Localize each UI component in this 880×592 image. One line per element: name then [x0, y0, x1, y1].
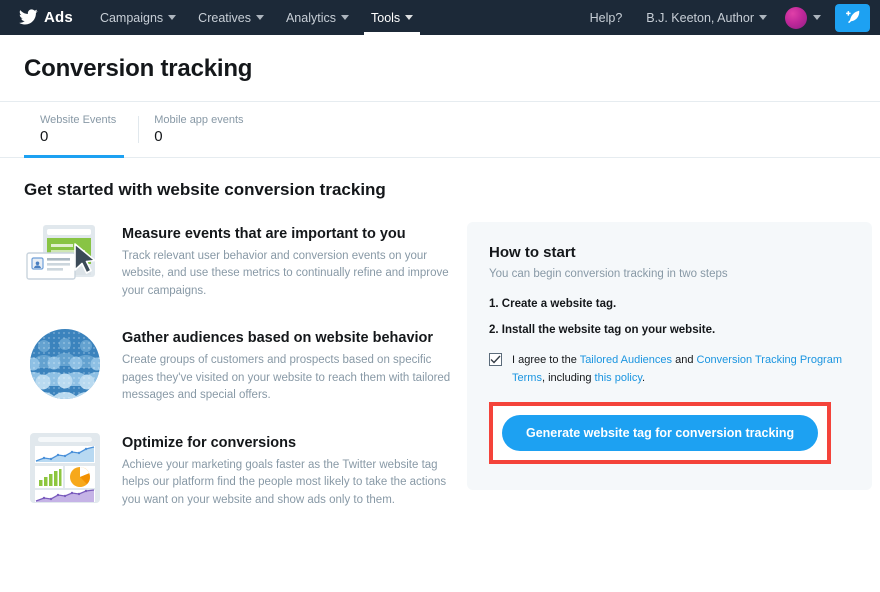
features-column: Measure events that are important to you…	[24, 222, 456, 509]
chevron-down-icon	[759, 15, 767, 20]
feature-measure-events: Measure events that are important to you…	[24, 222, 456, 300]
nav-right-group: Help? B.J. Keeton, Author	[578, 0, 870, 35]
help-link[interactable]: Help?	[578, 11, 635, 25]
tailored-audiences-link[interactable]: Tailored Audiences	[580, 354, 672, 366]
how-to-start-panel: How to start You can begin conversion tr…	[467, 222, 872, 490]
agreement-checkbox[interactable]	[489, 353, 502, 366]
agreement-middle: and	[672, 354, 696, 366]
agreement-text: I agree to the Tailored Audiences and Co…	[512, 352, 850, 388]
content-columns: Measure events that are important to you…	[24, 222, 856, 509]
analytics-dashboard-icon	[26, 431, 104, 507]
tab-label: Website Events	[40, 114, 116, 126]
tab-label: Mobile app events	[154, 114, 243, 126]
nav-item-tools[interactable]: Tools	[360, 0, 424, 35]
feature-description: Achieve your marketing goals faster as t…	[122, 457, 456, 509]
feature-body: Optimize for conversions Achieve your ma…	[122, 431, 456, 509]
account-menu[interactable]: B.J. Keeton, Author	[634, 11, 779, 25]
help-label: Help?	[590, 11, 623, 25]
nav-item-campaigns[interactable]: Campaigns	[89, 0, 187, 35]
feature-description: Track relevant user behavior and convers…	[122, 248, 456, 300]
brand-label: Ads	[44, 9, 73, 26]
top-navigation-bar: Ads Campaigns Creatives Analytics Tools …	[0, 0, 880, 35]
how-to-start-column: How to start You can begin conversion tr…	[467, 222, 872, 490]
chevron-down-icon	[341, 15, 349, 20]
twitter-bird-icon	[18, 9, 38, 26]
brand-logo[interactable]: Ads	[18, 0, 89, 35]
nav-item-label: Analytics	[286, 11, 336, 25]
feature-gather-audiences: Gather audiences based on website behavi…	[24, 326, 456, 404]
avatar[interactable]	[785, 7, 807, 29]
panel-step-1: 1. Create a website tag.	[489, 298, 850, 310]
chevron-down-icon	[168, 15, 176, 20]
checkmark-icon	[490, 355, 501, 364]
feature-icon-wrap	[24, 431, 106, 509]
chevron-down-icon	[256, 15, 264, 20]
agreement-prefix: I agree to the	[512, 354, 580, 366]
tab-website-events[interactable]: Website Events 0	[24, 102, 138, 157]
nav-item-label: Campaigns	[100, 11, 163, 25]
feature-icon-wrap	[24, 326, 106, 404]
agreement-suffix: .	[642, 372, 645, 384]
feature-body: Measure events that are important to you…	[122, 222, 456, 300]
compose-tweet-icon	[843, 8, 863, 28]
metric-tabs: Website Events 0 Mobile app events 0	[0, 101, 880, 158]
nav-item-analytics[interactable]: Analytics	[275, 0, 360, 35]
section-heading: Get started with website conversion trac…	[24, 180, 856, 200]
chevron-down-icon	[813, 15, 821, 20]
main-content: Get started with website conversion trac…	[0, 158, 880, 509]
nav-item-label: Tools	[371, 11, 400, 25]
chevron-down-icon	[405, 15, 413, 20]
feature-title: Optimize for conversions	[122, 433, 456, 453]
feature-icon-wrap	[24, 222, 106, 300]
panel-step-2: 2. Install the website tag on your websi…	[489, 324, 850, 336]
audience-people-icon	[27, 326, 103, 402]
panel-title: How to start	[489, 244, 850, 261]
feature-title: Measure events that are important to you	[122, 224, 456, 244]
feature-optimize-conversions: Optimize for conversions Achieve your ma…	[24, 431, 456, 509]
cta-highlight-annotation: Generate website tag for conversion trac…	[489, 402, 831, 464]
feature-title: Gather audiences based on website behavi…	[122, 328, 456, 348]
nav-item-creatives[interactable]: Creatives	[187, 0, 275, 35]
browser-cursor-icon	[25, 222, 105, 290]
panel-subtitle: You can begin conversion tracking in two…	[489, 268, 850, 280]
agreement-row: I agree to the Tailored Audiences and Co…	[489, 352, 850, 388]
nav-item-label: Creatives	[198, 11, 251, 25]
tab-value: 0	[40, 128, 116, 145]
feature-body: Gather audiences based on website behavi…	[122, 326, 456, 404]
agreement-middle-2: , including	[542, 372, 595, 384]
avatar-menu-toggle[interactable]	[811, 15, 829, 20]
tab-mobile-app-events[interactable]: Mobile app events 0	[138, 102, 265, 157]
page-header: Conversion tracking	[0, 35, 880, 101]
page-title: Conversion tracking	[24, 55, 856, 83]
this-policy-link[interactable]: this policy	[595, 372, 642, 384]
tab-value: 0	[154, 128, 243, 145]
feature-description: Create groups of customers and prospects…	[122, 352, 456, 404]
generate-website-tag-button[interactable]: Generate website tag for conversion trac…	[502, 415, 818, 451]
nav-left-group: Ads Campaigns Creatives Analytics Tools	[18, 0, 424, 35]
compose-tweet-button[interactable]	[835, 4, 870, 32]
account-label: B.J. Keeton, Author	[646, 11, 754, 25]
